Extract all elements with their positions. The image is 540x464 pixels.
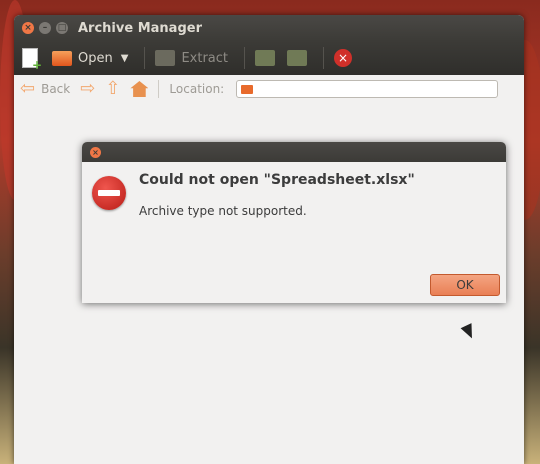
stop-icon: ×: [334, 49, 352, 67]
window-maximize-button[interactable]: □: [56, 22, 68, 34]
main-toolbar: Open ▼ Extract ×: [14, 41, 524, 75]
toolbar-separator: [144, 47, 146, 69]
back-button[interactable]: Back: [41, 82, 70, 96]
chevron-down-icon[interactable]: ▼: [121, 53, 129, 64]
dialog-close-button[interactable]: ×: [90, 146, 101, 158]
open-button[interactable]: Open ▼: [52, 50, 129, 66]
add-files-button[interactable]: [255, 50, 275, 66]
back-arrow-icon: ⇦: [20, 78, 36, 99]
window-minimize-button[interactable]: –: [39, 22, 51, 34]
location-bar: ⇦ Back ⇨ ⇧ Location:: [14, 75, 524, 104]
folder-icon: [241, 84, 254, 94]
error-icon: [92, 176, 126, 210]
nav-separator: [158, 80, 160, 98]
new-archive-icon: [22, 48, 42, 72]
error-dialog: × Could not open "Spreadsheet.xlsx" Arch…: [82, 142, 506, 303]
window-titlebar: × – □ Archive Manager: [14, 15, 524, 41]
add-folder-icon: [287, 50, 307, 66]
folder-open-icon: [52, 50, 72, 66]
window-title: Archive Manager: [78, 20, 202, 36]
new-archive-button[interactable]: [22, 48, 42, 72]
extract-label: Extract: [181, 50, 228, 66]
add-files-icon: [255, 50, 275, 66]
toolbar-separator: [323, 47, 324, 69]
forward-button[interactable]: ⇨: [80, 80, 95, 98]
ok-button[interactable]: OK: [430, 274, 500, 296]
location-field[interactable]: [236, 80, 499, 98]
dialog-heading: Could not open "Spreadsheet.xlsx": [139, 172, 415, 188]
location-label: Location:: [169, 82, 225, 96]
extract-button[interactable]: Extract: [155, 50, 228, 66]
add-folder-button[interactable]: [287, 50, 307, 66]
toolbar-separator: [244, 47, 245, 69]
open-label: Open: [78, 50, 113, 66]
extract-icon: [155, 50, 176, 66]
up-button[interactable]: ⇧: [105, 80, 120, 98]
stop-button[interactable]: ×: [334, 49, 352, 67]
dialog-titlebar: ×: [82, 142, 506, 162]
home-icon[interactable]: [130, 81, 149, 97]
window-close-button[interactable]: ×: [22, 22, 34, 34]
dialog-message: Archive type not supported.: [139, 204, 307, 218]
